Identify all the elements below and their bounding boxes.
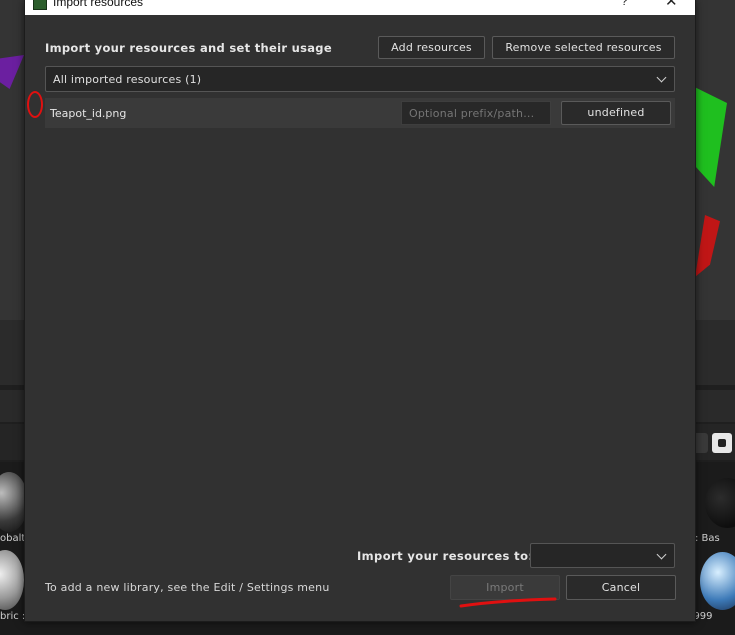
annotation-circle <box>27 91 43 118</box>
help-button[interactable]: ? <box>621 0 628 8</box>
resource-list <box>45 128 675 528</box>
app-icon <box>33 0 47 10</box>
settings-hint: To add a new library, see the Edit / Set… <box>45 581 330 594</box>
close-icon[interactable]: ✕ <box>665 0 678 10</box>
dialog-titlebar[interactable]: Import resources ? ✕ <box>25 0 695 15</box>
cancel-button[interactable]: Cancel <box>566 575 676 600</box>
import-destination-select[interactable] <box>530 543 675 568</box>
remove-selected-resources-button[interactable]: Remove selected resources <box>492 36 675 59</box>
resource-filter-value: All imported resources (1) <box>53 73 202 86</box>
prefix-path-input[interactable] <box>401 101 551 125</box>
thumbnail-label: : Bas <box>695 533 720 544</box>
chevron-down-icon <box>656 72 667 83</box>
usage-button[interactable]: undefined <box>561 101 671 125</box>
chevron-down-icon <box>656 549 667 560</box>
resource-filter-select[interactable]: All imported resources (1) <box>45 66 675 92</box>
annotation-underline <box>459 597 557 608</box>
thumbnail-label: obalt <box>0 533 26 544</box>
thumbnail-label: bric : <box>0 611 26 622</box>
dialog-title: Import resources <box>53 0 144 9</box>
resource-file-name: Teapot_id.png <box>50 107 127 120</box>
import-to-label: Import your resources to: <box>357 549 534 563</box>
add-resources-button[interactable]: Add resources <box>378 36 485 59</box>
shelf-square-icon[interactable] <box>712 433 732 453</box>
resource-row[interactable]: Teapot_id.png undefined <box>45 98 675 128</box>
import-resources-dialog: Import resources ? ✕ Import your resourc… <box>24 0 696 622</box>
dialog-heading: Import your resources and set their usag… <box>45 41 332 55</box>
